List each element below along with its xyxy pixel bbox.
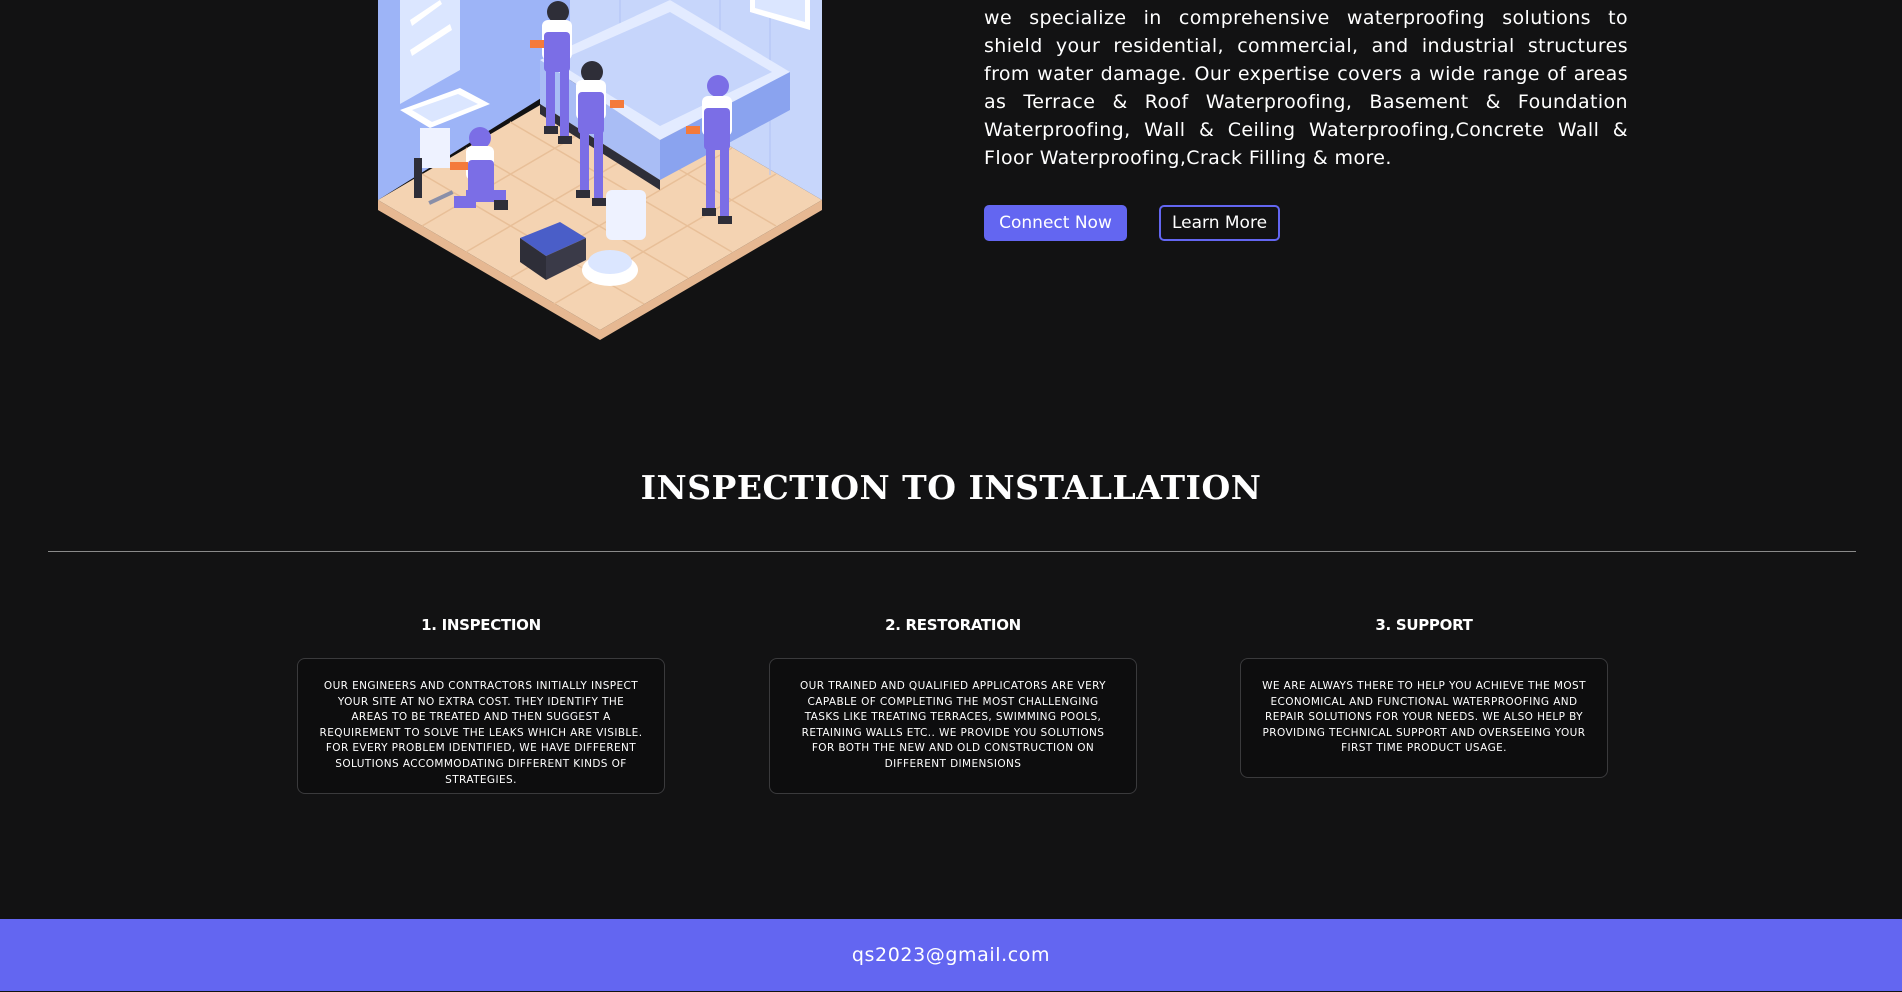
footer: qs2023@gmail.com	[0, 919, 1902, 991]
learn-more-button[interactable]: Learn More	[1159, 205, 1280, 241]
step-card: Our trained and qualified applicators ar…	[769, 658, 1137, 794]
step-inspection: 1. INSPECTION Our engineers and contract…	[297, 614, 665, 794]
step-restoration: 2. RESTORATION Our trained and qualified…	[769, 614, 1137, 794]
hero-description: we specialize in comprehensive waterproo…	[984, 7, 1628, 169]
section-divider	[48, 551, 1856, 552]
connect-now-button[interactable]: Connect Now	[984, 205, 1127, 241]
step-card: Our engineers and contractors initially …	[297, 658, 665, 794]
step-title: 1. INSPECTION	[421, 616, 541, 634]
hero-actions: Connect Now Learn More	[984, 205, 1280, 241]
step-support: 3. SUPPORT We are always there to help y…	[1240, 614, 1608, 778]
step-title: 2. RESTORATION	[885, 616, 1021, 634]
section-title: INSPECTION TO INSTALLATION	[640, 468, 1262, 507]
footer-email-link[interactable]: qs2023@gmail.com	[852, 944, 1050, 966]
workers-illustration	[370, 0, 830, 340]
step-card: We are always there to help you achieve …	[1240, 658, 1608, 778]
step-title: 3. SUPPORT	[1375, 616, 1473, 634]
